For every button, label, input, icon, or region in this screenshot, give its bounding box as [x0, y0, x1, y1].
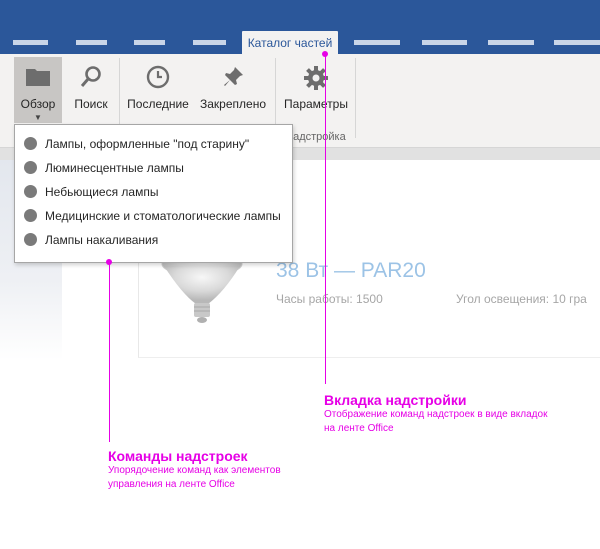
- product-hours: Часы работы: 1500: [276, 292, 383, 306]
- browse-dropdown-menu: Лампы, оформленные "под старину" Люминес…: [14, 124, 293, 263]
- tab-placeholder[interactable]: [354, 40, 400, 45]
- dropdown-item-label: Медицинские и стоматологические лампы: [45, 209, 281, 223]
- dropdown-item-label: Небьющиеся лампы: [45, 185, 159, 199]
- clock-icon: [146, 65, 170, 92]
- dropdown-item-label: Люминесцентные лампы: [45, 161, 184, 175]
- browse-button[interactable]: Обзор ▼: [14, 57, 62, 123]
- chevron-down-icon: ▼: [34, 113, 42, 122]
- bullet-icon: [24, 209, 37, 222]
- bullet-icon: [24, 161, 37, 174]
- settings-label: Параметры: [284, 97, 348, 111]
- annotation-commands-title: Команды надстроек: [108, 448, 248, 464]
- tab-placeholder[interactable]: [554, 40, 600, 45]
- pinned-button[interactable]: Закреплено: [197, 57, 269, 123]
- annotation-tab-desc-line2: на ленте Office: [324, 423, 394, 434]
- bullet-icon: [24, 233, 37, 246]
- dropdown-item[interactable]: Лампы, оформленные "под старину": [15, 132, 292, 156]
- dropdown-item-label: Лампы накаливания: [45, 233, 159, 247]
- annotation-commands-desc-line2: управления на ленте Office: [108, 479, 235, 490]
- search-label: Поиск: [74, 97, 108, 111]
- annotation-commands-desc-line1: Упорядочение команд как элементов: [108, 465, 281, 476]
- title-bar: Каталог частей: [0, 0, 600, 55]
- dropdown-item[interactable]: Небьющиеся лампы: [15, 180, 292, 204]
- dropdown-item[interactable]: Люминесцентные лампы: [15, 156, 292, 180]
- tab-placeholder[interactable]: [13, 40, 48, 45]
- tab-placeholder[interactable]: [134, 40, 165, 45]
- browse-label: Обзор: [20, 97, 56, 111]
- recent-button[interactable]: Последние: [124, 57, 192, 123]
- bullet-icon: [24, 137, 37, 150]
- annotation-commands-line: [109, 262, 110, 442]
- product-angle: Угол освещения: 10 гра: [456, 292, 587, 306]
- tab-placeholder[interactable]: [193, 40, 226, 45]
- search-icon: [79, 65, 103, 92]
- tab-placeholder[interactable]: [488, 40, 534, 45]
- tab-placeholder[interactable]: [422, 40, 467, 45]
- search-button[interactable]: Поиск: [68, 57, 114, 123]
- pinned-label: Закреплено: [200, 97, 266, 111]
- dropdown-item-label: Лампы, оформленные "под старину": [45, 137, 250, 151]
- ribbon-group-label: надстройка: [287, 131, 346, 143]
- annotation-commands-desc: Упорядочение команд как элементов управл…: [108, 464, 281, 492]
- folder-icon: [25, 65, 51, 90]
- annotation-tab-desc: Отображение команд надстроек в виде вкла…: [324, 408, 547, 436]
- tab-placeholder[interactable]: [76, 40, 107, 45]
- annotation-tab-line: [325, 54, 326, 384]
- pin-icon: [221, 65, 245, 92]
- dropdown-item[interactable]: Лампы накаливания: [15, 228, 292, 252]
- settings-button[interactable]: Параметры: [280, 57, 352, 123]
- dropdown-item[interactable]: Медицинские и стоматологические лампы: [15, 204, 292, 228]
- annotation-tab-desc-line1: Отображение команд надстроек в виде вкла…: [324, 409, 548, 420]
- annotation-tab-title: Вкладка надстройки: [324, 392, 467, 408]
- recent-label: Последние: [127, 97, 189, 111]
- ribbon-separator: [355, 58, 356, 138]
- product-title[interactable]: 38 Вт — PAR20: [276, 259, 426, 283]
- bullet-icon: [24, 185, 37, 198]
